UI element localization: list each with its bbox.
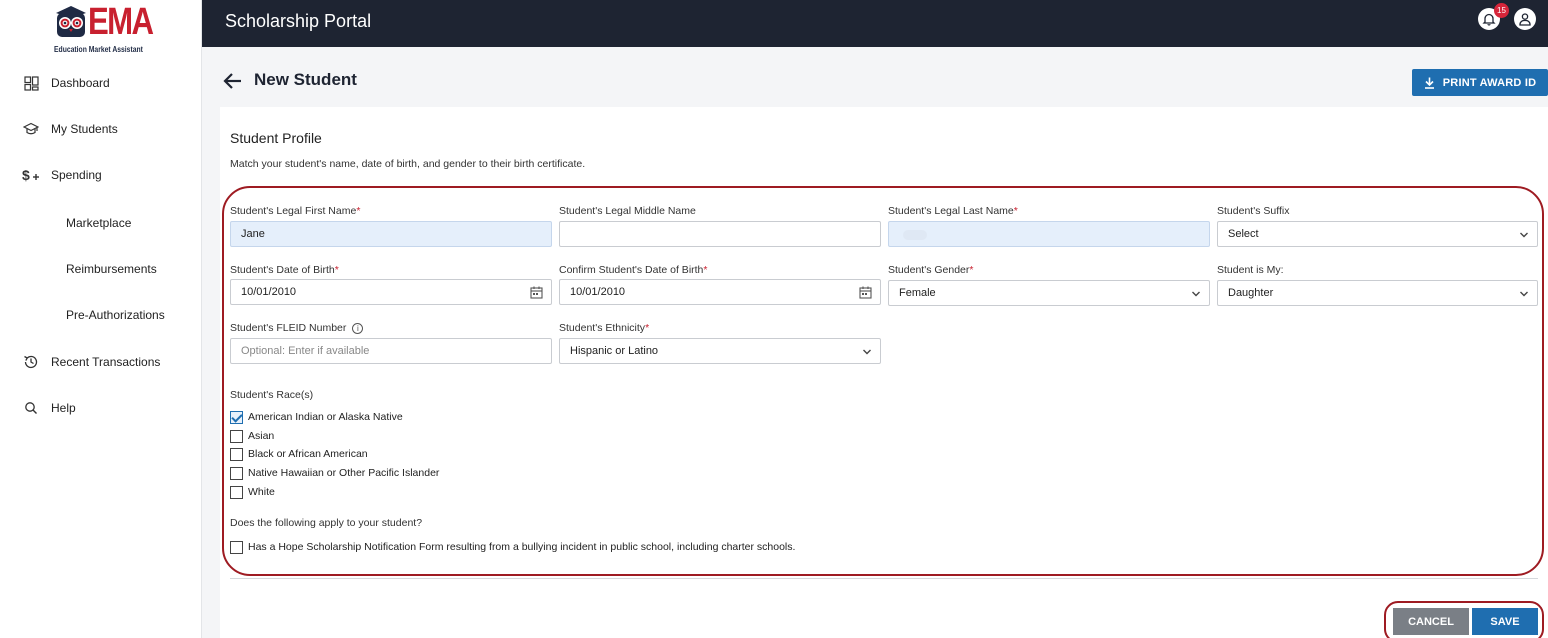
dob-field[interactable]: 10/01/2010 bbox=[230, 279, 552, 305]
portal-title: Scholarship Portal bbox=[225, 11, 372, 31]
sidebar-item-help[interactable]: Help bbox=[0, 393, 202, 423]
sidebar-item-reimbursements[interactable]: Reimbursements bbox=[0, 254, 202, 284]
checkbox[interactable] bbox=[230, 447, 243, 461]
student-form-card bbox=[220, 107, 1548, 638]
dob-value: 10/01/2010 bbox=[241, 286, 297, 298]
page-title: New Student bbox=[254, 70, 357, 89]
chevron-down-icon bbox=[1520, 291, 1528, 297]
suffix-label: Student's Suffix bbox=[1217, 205, 1290, 217]
confirm-dob-label: Confirm Student's Date of Birth* bbox=[559, 264, 708, 276]
checkbox[interactable] bbox=[230, 540, 243, 554]
dashboard-grid-icon bbox=[22, 74, 40, 92]
ethnicity-value: Hispanic or Latino bbox=[570, 345, 659, 357]
fleid-label: Student's FLEID Number i bbox=[230, 322, 364, 334]
sidebar-item-spending[interactable]: $ Spending bbox=[0, 160, 202, 190]
gender-select[interactable]: Female bbox=[888, 280, 1210, 306]
race-option-black[interactable]: Black or African American bbox=[230, 446, 368, 462]
sidebar-item-label: Spending bbox=[51, 168, 102, 182]
search-icon bbox=[22, 399, 40, 417]
sidebar-item-marketplace[interactable]: Marketplace bbox=[0, 208, 202, 238]
chevron-down-icon bbox=[1192, 291, 1200, 297]
back-arrow-icon[interactable] bbox=[222, 70, 244, 92]
sidebar: EMA Education Market Assistant Dashboard… bbox=[0, 0, 202, 638]
last-name-label: Student's Legal Last Name* bbox=[888, 205, 1018, 217]
fleid-placeholder: Optional: Enter if available bbox=[241, 345, 370, 357]
redacted-value bbox=[903, 230, 927, 240]
sidebar-item-label: Recent Transactions bbox=[51, 355, 161, 369]
download-icon bbox=[1424, 77, 1434, 89]
logo-wordmark: EMA bbox=[88, 1, 154, 43]
middle-name-label: Student's Legal Middle Name bbox=[559, 205, 696, 217]
ethnicity-label: Student's Ethnicity* bbox=[559, 322, 650, 334]
sidebar-item-label: Help bbox=[51, 401, 76, 415]
relation-value: Daughter bbox=[1228, 287, 1274, 299]
hope-scholarship-option[interactable]: Has a Hope Scholarship Notification Form… bbox=[230, 539, 795, 555]
user-menu-button[interactable] bbox=[1514, 8, 1536, 30]
sidebar-item-label: Marketplace bbox=[66, 216, 132, 230]
notification-badge: 15 bbox=[1494, 3, 1509, 18]
sidebar-item-label: Dashboard bbox=[51, 76, 110, 90]
section-title: Student Profile bbox=[230, 130, 322, 146]
suffix-select[interactable]: Select bbox=[1217, 221, 1538, 247]
apply-question: Does the following apply to your student… bbox=[230, 517, 423, 529]
suffix-value: Select bbox=[1228, 228, 1259, 240]
race-option-white[interactable]: White bbox=[230, 484, 275, 500]
print-award-id-label: PRINT AWARD ID bbox=[1442, 76, 1537, 89]
logo-tagline: Education Market Assistant bbox=[54, 44, 143, 54]
ema-logo[interactable]: EMA Education Market Assistant bbox=[52, 2, 154, 56]
sidebar-item-label: Reimbursements bbox=[66, 262, 157, 276]
graduation-cap-icon bbox=[22, 120, 40, 138]
sidebar-item-dashboard[interactable]: Dashboard bbox=[0, 68, 202, 98]
race-option-american-indian[interactable]: American Indian or Alaska Native bbox=[230, 409, 403, 425]
save-button[interactable]: SAVE bbox=[1472, 608, 1538, 635]
checkbox[interactable] bbox=[230, 466, 243, 480]
svg-text:$: $ bbox=[22, 167, 30, 183]
sidebar-item-pre-authorizations[interactable]: Pre-Authorizations bbox=[0, 300, 202, 330]
ethnicity-select[interactable]: Hispanic or Latino bbox=[559, 338, 881, 364]
gender-value: Female bbox=[899, 287, 936, 299]
chevron-down-icon bbox=[1520, 232, 1528, 238]
checkbox[interactable] bbox=[230, 485, 243, 499]
cancel-button[interactable]: CANCEL bbox=[1393, 608, 1469, 635]
dob-label: Student's Date of Birth* bbox=[230, 264, 339, 276]
history-clock-icon bbox=[22, 353, 40, 371]
first-name-field[interactable]: Jane bbox=[230, 221, 552, 247]
divider bbox=[230, 578, 1538, 579]
relation-select[interactable]: Daughter bbox=[1217, 280, 1538, 306]
print-award-id-button[interactable]: PRINT AWARD ID bbox=[1412, 69, 1548, 96]
checkbox-checked[interactable] bbox=[230, 410, 243, 424]
confirm-dob-value: 10/01/2010 bbox=[570, 286, 626, 298]
confirm-dob-field[interactable]: 10/01/2010 bbox=[559, 279, 881, 305]
user-icon bbox=[1519, 13, 1531, 26]
top-bar: Scholarship Portal 15 bbox=[202, 0, 1548, 47]
checkbox[interactable] bbox=[230, 429, 243, 443]
middle-name-field[interactable] bbox=[559, 221, 881, 247]
sidebar-item-recent-transactions[interactable]: Recent Transactions bbox=[0, 347, 202, 377]
race-option-asian[interactable]: Asian bbox=[230, 428, 274, 444]
chevron-down-icon bbox=[863, 349, 871, 355]
race-label: Student's Race(s) bbox=[230, 389, 314, 401]
bell-icon bbox=[1482, 13, 1496, 26]
sidebar-item-label: My Students bbox=[51, 122, 118, 136]
calendar-icon[interactable] bbox=[530, 286, 543, 299]
gender-label: Student's Gender* bbox=[888, 264, 974, 276]
sidebar-item-my-students[interactable]: My Students bbox=[0, 114, 202, 144]
info-icon[interactable]: i bbox=[352, 322, 364, 334]
owl-logo-icon bbox=[56, 6, 86, 37]
sidebar-item-label: Pre-Authorizations bbox=[66, 308, 165, 322]
calendar-icon[interactable] bbox=[859, 286, 872, 299]
dollar-plus-icon: $ bbox=[22, 166, 40, 184]
first-name-label: Student's Legal First Name* bbox=[230, 205, 361, 217]
section-description: Match your student's name, date of birth… bbox=[230, 158, 586, 170]
relation-label: Student is My: bbox=[1217, 264, 1284, 276]
first-name-value: Jane bbox=[241, 228, 265, 240]
fleid-input[interactable]: Optional: Enter if available bbox=[230, 338, 552, 364]
last-name-field[interactable] bbox=[888, 221, 1210, 247]
race-option-pacific-islander[interactable]: Native Hawaiian or Other Pacific Islande… bbox=[230, 465, 439, 481]
